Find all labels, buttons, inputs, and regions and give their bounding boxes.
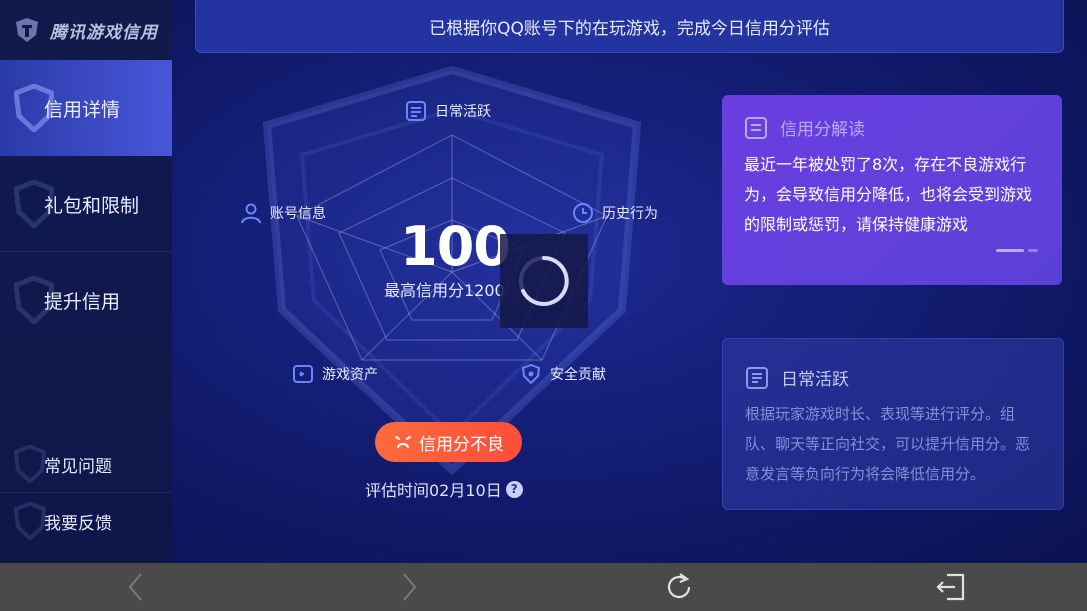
shield-icon	[521, 363, 541, 385]
wallet-icon	[293, 365, 313, 383]
carousel-dot-active	[996, 249, 1024, 252]
sad-face-icon	[395, 436, 411, 448]
sidebar-item-gifts-limits[interactable]: 礼包和限制	[0, 156, 172, 252]
credit-score: 100	[400, 215, 511, 278]
sidebar-item-label: 我要反馈	[44, 513, 112, 534]
card-header: 日常活跃	[745, 365, 849, 390]
app-title: 腾讯游戏信用	[50, 22, 158, 43]
radar-axis-label: 账号信息	[270, 206, 326, 222]
card-title: 日常活跃	[781, 370, 849, 390]
radar-axis-security: 安全贡献	[520, 363, 606, 385]
card-header: 信用分解读	[744, 115, 865, 140]
card-title: 信用分解读	[780, 120, 865, 140]
radar-axis-assets: 游戏资产	[292, 363, 378, 385]
card-body: 根据玩家游戏时长、表现等进行评分。组队、聊天等正向社交，可以提升信用分。恶意发言…	[745, 405, 1031, 483]
sidebar-item-label: 提升信用	[44, 290, 121, 313]
app-logo: 腾讯游戏信用	[0, 0, 172, 60]
credit-status-label: 信用分不良	[419, 434, 504, 455]
radar-axis-label: 历史行为	[602, 206, 658, 222]
loading-spinner-icon	[519, 256, 569, 306]
sidebar-item-label: 信用详情	[44, 98, 121, 121]
radar-axis-label: 游戏资产	[322, 367, 378, 383]
max-score-label: 最高信用分1200	[384, 281, 505, 300]
sidebar-item-label: 礼包和限制	[44, 194, 140, 217]
forward-arrow-icon[interactable]	[392, 571, 424, 603]
list-icon	[745, 116, 767, 139]
radar-axis-daily-activity: 日常活跃	[405, 100, 491, 122]
list-icon	[746, 366, 768, 389]
carousel-indicator	[996, 249, 1038, 252]
user-icon	[241, 203, 261, 224]
sidebar-item-label: 常见问题	[44, 456, 112, 477]
bottom-navigation-bar	[0, 563, 1087, 611]
list-icon	[406, 101, 426, 121]
loading-overlay	[500, 234, 588, 328]
radar-axis-history: 历史行为	[572, 202, 658, 224]
sidebar-item-credit-details[interactable]: 信用详情	[0, 60, 172, 156]
shield-icon	[14, 445, 46, 483]
logo-icon	[16, 18, 38, 42]
sidebar-item-faq[interactable]: 常见问题	[0, 436, 172, 492]
radar-axis-label: 安全贡献	[550, 367, 606, 383]
sidebar-item-improve-credit[interactable]: 提升信用	[0, 252, 172, 348]
radar-axis-label: 日常活跃	[435, 104, 491, 120]
evaluation-time-text: 评估时间02月10日	[365, 481, 502, 500]
credit-interpretation-card[interactable]: 信用分解读 最近一年被处罚了8次，存在不良游戏行为，会导致信用分降低，也将会受到…	[722, 95, 1062, 285]
daily-activity-card[interactable]: 日常活跃 根据玩家游戏时长、表现等进行评分。组队、聊天等正向社交，可以提升信用分…	[722, 338, 1064, 510]
card-body: 最近一年被处罚了8次，存在不良游戏行为，会导致信用分降低，也将会受到游戏的限制或…	[744, 155, 1033, 234]
refresh-icon[interactable]	[663, 571, 695, 603]
clock-icon	[573, 203, 593, 223]
exit-icon[interactable]	[935, 571, 967, 603]
back-arrow-icon[interactable]	[121, 571, 153, 603]
evaluation-banner: 已根据你QQ账号下的在玩游戏，完成今日信用分评估	[195, 0, 1064, 53]
sidebar-item-feedback[interactable]: 我要反馈	[0, 493, 172, 549]
carousel-dot	[1028, 249, 1038, 252]
sidebar: 腾讯游戏信用 信用详情 礼包和限制 提升信用 常见问题 我要反馈	[0, 0, 172, 563]
main-content: 已根据你QQ账号下的在玩游戏，完成今日信用分评估 日常活跃 历史行为 安全贡献 …	[172, 0, 1087, 563]
help-icon[interactable]: ?	[505, 480, 523, 498]
evaluation-time: 评估时间02月10日 ?	[365, 477, 523, 501]
radar-axis-account: 账号信息	[240, 202, 326, 224]
credit-status-badge[interactable]: 信用分不良	[375, 422, 522, 462]
shield-icon	[14, 502, 46, 540]
